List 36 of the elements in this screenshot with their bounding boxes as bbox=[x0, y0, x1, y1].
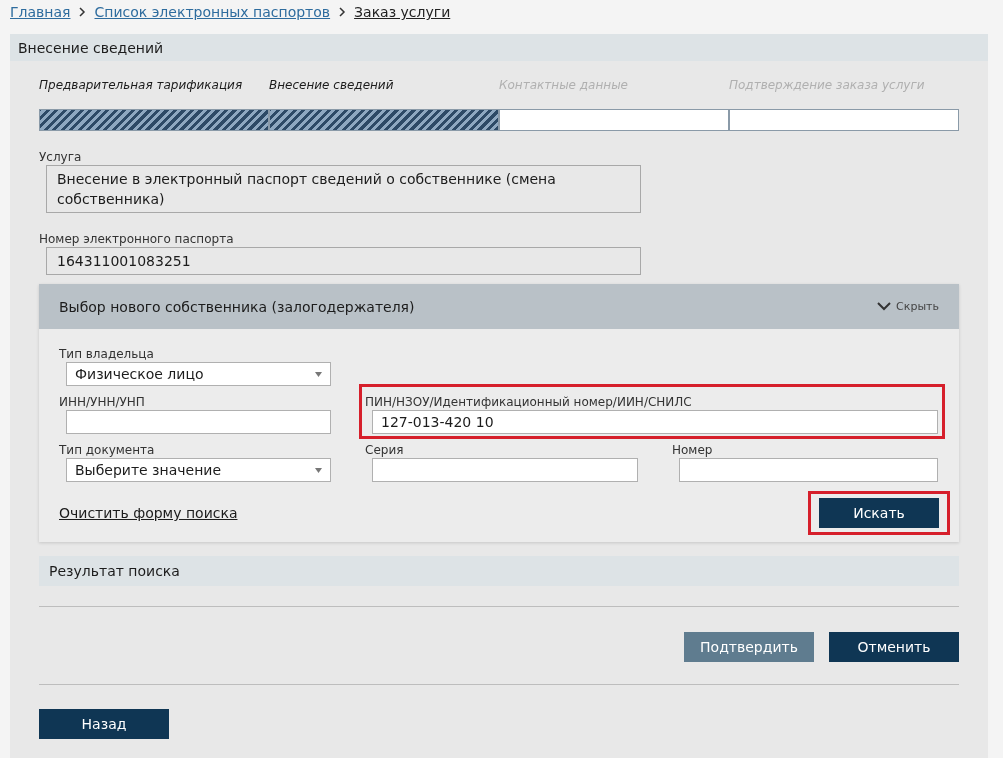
step-label: Контактные данные bbox=[499, 77, 629, 94]
text-field[interactable] bbox=[372, 458, 638, 482]
readonly-field: 164311001083251 bbox=[46, 247, 641, 275]
text-field[interactable] bbox=[66, 410, 331, 434]
field-label: Номер bbox=[672, 443, 714, 458]
text-field[interactable]: 127-013-420 10 bbox=[372, 410, 938, 434]
chevron-right-icon bbox=[338, 7, 347, 17]
readonly-field: Внесение в электронный паспорт сведений о собственнике (смена собственника) bbox=[46, 165, 641, 213]
breadcrumb-link[interactable]: Заказ услуги bbox=[354, 4, 451, 20]
dropdown[interactable]: Физическое лицо bbox=[66, 362, 331, 386]
step-label: Предварительная тарификация bbox=[39, 77, 244, 94]
search-button[interactable]: Искать bbox=[819, 498, 939, 528]
chevron-right-icon bbox=[78, 7, 87, 17]
clear-form-link[interactable]: Очистить форму поиска bbox=[59, 505, 238, 521]
text-field[interactable] bbox=[679, 458, 938, 482]
dropdown-caret-icon bbox=[315, 371, 322, 377]
panel-title: Внесение сведений bbox=[10, 34, 988, 61]
field-label: ИНН/УНН/УНП bbox=[59, 395, 146, 410]
panel-title: Выбор нового собственника (залогодержателя) bbox=[59, 298, 415, 315]
field-label: Номер электронного паспорта bbox=[39, 232, 235, 247]
field-label: Тип документа bbox=[59, 443, 156, 458]
field-label: Услуга bbox=[39, 150, 83, 165]
action-button[interactable]: Отменить bbox=[829, 632, 959, 662]
chevron-down-icon bbox=[877, 302, 892, 311]
field-label: Серия bbox=[365, 443, 405, 458]
dropdown-caret-icon bbox=[315, 467, 322, 473]
field-label: Тип владельца bbox=[59, 347, 155, 362]
collapse-toggle[interactable]: Скрыть bbox=[877, 300, 939, 313]
back-button[interactable]: Назад bbox=[39, 709, 169, 739]
dropdown[interactable]: Выберите значение bbox=[66, 458, 331, 482]
breadcrumb-link[interactable]: Список электронных паспортов bbox=[94, 4, 331, 20]
field-label: ПИН/НЗОУ/Идентификационный номер/ИИН/СНИЛС bbox=[365, 395, 693, 410]
breadcrumb-link[interactable]: Главная bbox=[10, 4, 71, 20]
step-label: Внесение сведений bbox=[269, 77, 395, 94]
step-label: Подтверждение заказа услуги bbox=[729, 77, 926, 94]
results-header: Результат поиска bbox=[39, 556, 959, 586]
